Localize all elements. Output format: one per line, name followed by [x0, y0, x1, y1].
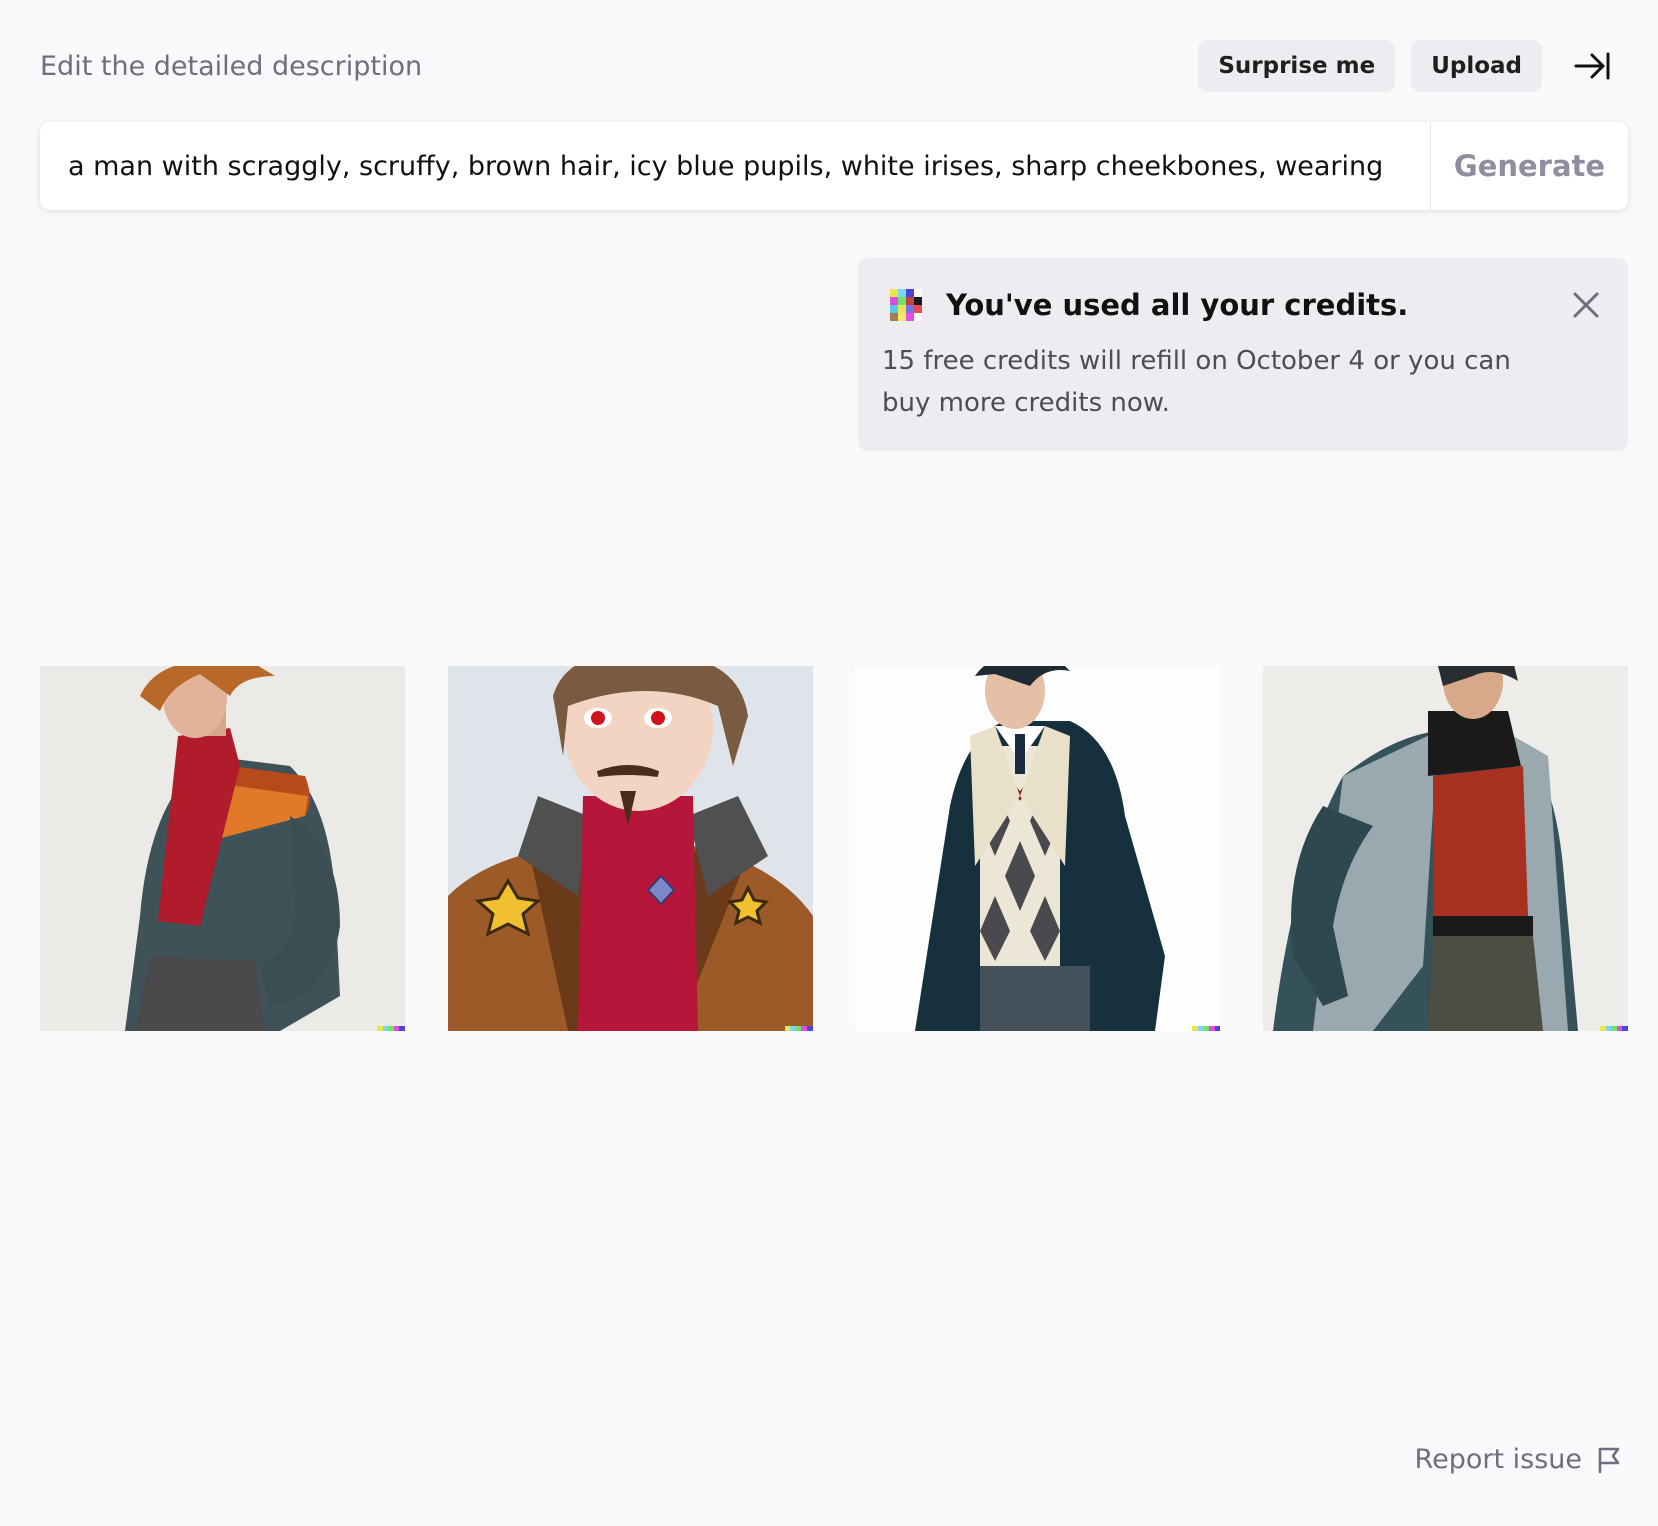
report-issue-label: Report issue: [1414, 1444, 1582, 1475]
dalle-logo-icon: [890, 289, 922, 321]
page-title: Edit the detailed description: [40, 50, 423, 82]
surprise-me-button[interactable]: Surprise me: [1198, 40, 1396, 92]
collapse-panel-button[interactable]: [1566, 40, 1618, 92]
close-icon: [1573, 292, 1599, 318]
prompt-input[interactable]: [40, 122, 1430, 210]
report-issue-link[interactable]: Report issue: [1415, 1444, 1622, 1475]
notice-header: You've used all your credits.: [882, 284, 1602, 326]
watermark-icon: [1599, 1026, 1628, 1031]
generate-button[interactable]: Generate: [1430, 122, 1628, 210]
prompt-bar: Generate: [40, 122, 1628, 210]
editor-header: Edit the detailed description Surprise m…: [40, 40, 1618, 92]
credits-notice: You've used all your credits. 15 free cr…: [858, 258, 1628, 451]
notice-body: 15 free credits will refill on October 4…: [882, 346, 1511, 418]
image-gallery: [40, 666, 1628, 1031]
close-notice-button[interactable]: [1566, 285, 1606, 325]
watermark-icon: [1192, 1026, 1221, 1031]
notice-title: You've used all your credits.: [946, 288, 1409, 322]
header-actions: Surprise me Upload: [1198, 40, 1618, 92]
generated-image-1[interactable]: [40, 666, 405, 1031]
generated-image-2[interactable]: [447, 666, 813, 1031]
generated-image-4[interactable]: [1262, 666, 1628, 1031]
watermark-icon: [377, 1026, 405, 1031]
flag-icon: [1598, 1447, 1620, 1473]
upload-button[interactable]: Upload: [1411, 40, 1542, 92]
watermark-icon: [784, 1026, 813, 1031]
generated-image-3[interactable]: [855, 666, 1221, 1031]
arrow-right-to-line-icon: [1574, 52, 1610, 80]
